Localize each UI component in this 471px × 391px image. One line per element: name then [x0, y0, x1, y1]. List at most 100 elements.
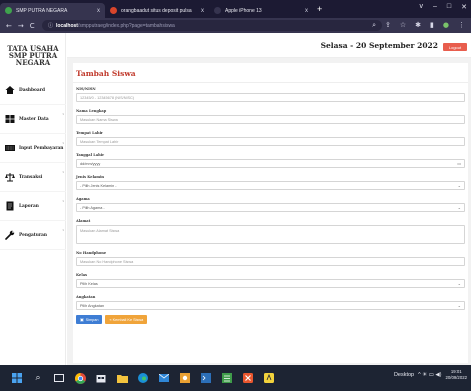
logout-button[interactable]: Logout — [443, 43, 467, 51]
windows-taskbar: ⌕ Desktop ^ ☀ ▭ ◀) 19:01 20/09/2022 — [0, 365, 471, 391]
chevron-left-icon: ‹ — [62, 227, 64, 232]
sidebar-icon[interactable]: ▮ — [430, 21, 434, 30]
placeholder: 12345/0 - 12345678 (NIS/NISC) — [80, 95, 135, 100]
calculator-icon[interactable] — [218, 369, 236, 387]
file-explorer-icon[interactable] — [113, 369, 131, 387]
star-icon[interactable]: ☆ — [400, 21, 406, 30]
reload-button[interactable]: C — [30, 22, 35, 30]
tempat-lahir-input[interactable]: Masukan Tempat Lahir — [76, 137, 465, 146]
menu-icon[interactable]: ⋮ — [458, 21, 465, 30]
windows-icon[interactable] — [8, 369, 26, 387]
tray-icons[interactable]: ^ ☀ ▭ ◀) — [418, 372, 441, 378]
alamat-label: Alamat — [76, 219, 91, 223]
mail-icon[interactable] — [155, 369, 173, 387]
angkatan-label: Angkatan — [76, 295, 96, 299]
edge-icon[interactable] — [134, 369, 152, 387]
terminal-icon[interactable] — [197, 369, 215, 387]
form-card: Tambah Siswa NIS/NISN 12345/0 - 12345678… — [73, 63, 468, 363]
store-icon[interactable] — [92, 369, 110, 387]
maximize-button[interactable]: □ — [447, 3, 451, 11]
sidebar-item-dashboard[interactable]: Dashboard — [0, 76, 66, 105]
placeholder: Masukan Nama Siswa — [80, 117, 118, 122]
tab-label: SMP PUTRA NEGARA — [16, 7, 68, 14]
kelas-label: Kelas — [76, 273, 88, 277]
clock-date: 20/09/2022 — [445, 375, 467, 380]
sidebar-item-label: Transaksi — [19, 174, 43, 180]
sidebar-item-laporan[interactable]: Laporan ‹ — [0, 192, 66, 221]
nis-input[interactable]: 12345/0 - 12345678 (NIS/NISC) — [76, 93, 465, 102]
save-button[interactable]: ▣ Simpan — [76, 315, 103, 324]
chevron-down-icon: ⌄ — [457, 183, 461, 188]
home-icon — [5, 85, 15, 95]
placeholder: Masukan Tempat Lahir — [80, 139, 119, 144]
wrench-icon — [5, 230, 15, 240]
document-icon — [5, 201, 15, 211]
current-date: Selasa - 20 September 2022 — [320, 41, 438, 50]
top-header: Selasa - 20 September 2022 Logout — [67, 33, 471, 58]
form-actions: ▣ Simpan « Kembali Ke Siswa — [76, 315, 148, 324]
tempat-lahir-label: Tempat Lahir — [76, 131, 103, 135]
tab-search-icon[interactable]: v — [419, 3, 423, 11]
xampp-icon[interactable] — [239, 369, 257, 387]
angkatan-select[interactable]: Pilih Angkatan ⌄ — [76, 301, 465, 310]
sidebar-item-master-data[interactable]: Master Data ‹ — [0, 105, 66, 134]
tanggal-lahir-label: Tanggal Lahir — [76, 153, 104, 157]
main-content: Tambah Siswa NIS/NISN 12345/0 - 12345678… — [67, 58, 471, 365]
chevron-down-icon: ⌄ — [457, 303, 461, 308]
tab-deposit-pulsa[interactable]: orangbaadut situs deposit pulsa x — [105, 3, 209, 18]
site-info-icon[interactable]: ⓘ — [48, 22, 53, 29]
close-window-button[interactable]: ✕ — [461, 3, 467, 11]
address-bar[interactable]: ⓘ localhost /smpputraeg/index.php?page=t… — [42, 20, 382, 31]
jenis-kelamin-select[interactable]: - Pilih Jenis Kelamin - ⌄ — [76, 181, 465, 190]
photos-icon[interactable] — [176, 369, 194, 387]
forward-button[interactable]: → — [18, 22, 24, 30]
tab-smp-putra-negara[interactable]: SMP PUTRA NEGARA x — [0, 3, 105, 18]
agama-label: Agama — [76, 197, 90, 201]
clock[interactable]: 19:01 20/09/2022 — [445, 369, 467, 381]
share-icon[interactable]: ⇪ — [385, 21, 391, 30]
save-icon: ▣ — [80, 318, 84, 322]
sidebar-menu: Dashboard Master Data ‹ Input Pembayaran… — [0, 76, 66, 250]
selected-value: - Pilih Jenis Kelamin - — [80, 183, 117, 188]
placeholder: Masukan No Handphone Siswa — [80, 259, 134, 264]
sidebar-item-label: Pengaturan — [19, 232, 48, 238]
task-view-icon[interactable] — [50, 369, 68, 387]
calendar-icon[interactable]: ▭ — [457, 161, 461, 166]
notes-icon[interactable] — [260, 369, 278, 387]
placeholder: dd/mm/yyyy — [80, 161, 101, 166]
profile-icon[interactable]: ● — [443, 21, 449, 30]
no-handphone-input[interactable]: Masukan No Handphone Siswa — [76, 257, 465, 266]
tanggal-lahir-input[interactable]: dd/mm/yyyy ▭ — [76, 159, 465, 168]
tab-apple-iphone[interactable]: Apple iPhone 13 x — [209, 3, 313, 18]
tab-label: orangbaadut situs deposit pulsa — [121, 7, 192, 14]
tab-close-icon[interactable]: x — [201, 8, 204, 14]
chrome-icon[interactable] — [71, 369, 89, 387]
page-title: Tambah Siswa — [76, 69, 136, 78]
agama-select[interactable]: - Pilih Agama - ⌄ — [76, 203, 465, 212]
sidebar-item-transaksi[interactable]: Transaksi ‹ — [0, 163, 66, 192]
nama-input[interactable]: Masukan Nama Siswa — [76, 115, 465, 124]
sidebar-item-input-pembayaran[interactable]: Input Pembayaran ‹ — [0, 134, 66, 163]
brand-title: TATA USAHA SMP PUTRA NEGARA — [7, 44, 59, 67]
sidebar: TATA USAHA SMP PUTRA NEGARA Dashboard Ma… — [0, 33, 66, 365]
kelas-select[interactable]: Pilih Kelas ⌄ — [76, 279, 465, 288]
search-icon[interactable]: ⌕ — [372, 21, 376, 30]
back-button[interactable]: ← — [6, 22, 12, 30]
desktop-label[interactable]: Desktop — [394, 372, 414, 378]
web-page: TATA USAHA SMP PUTRA NEGARA Dashboard Ma… — [0, 33, 471, 365]
alamat-textarea[interactable]: Masukan Alamat Siswa — [76, 225, 465, 244]
new-tab-button[interactable]: + — [317, 3, 322, 18]
nis-label: NIS/NISN — [76, 87, 96, 91]
extensions-icon[interactable]: ✱ — [415, 21, 421, 30]
tab-close-icon[interactable]: x — [305, 8, 308, 14]
chevron-down-icon: ⌄ — [457, 281, 461, 286]
chevron-left-icon: ‹ — [62, 140, 64, 145]
sidebar-item-pengaturan[interactable]: Pengaturan ‹ — [0, 221, 66, 250]
minimize-button[interactable]: – — [433, 3, 437, 11]
browser-tab-bar: SMP PUTRA NEGARA x orangbaadut situs dep… — [0, 0, 471, 18]
no-handphone-label: No Handphone — [76, 251, 107, 255]
tab-close-icon[interactable]: x — [97, 8, 100, 14]
placeholder: Masukan Alamat Siswa — [80, 229, 120, 233]
back-to-students-button[interactable]: « Kembali Ke Siswa — [105, 315, 148, 324]
search-icon[interactable]: ⌕ — [29, 369, 47, 387]
